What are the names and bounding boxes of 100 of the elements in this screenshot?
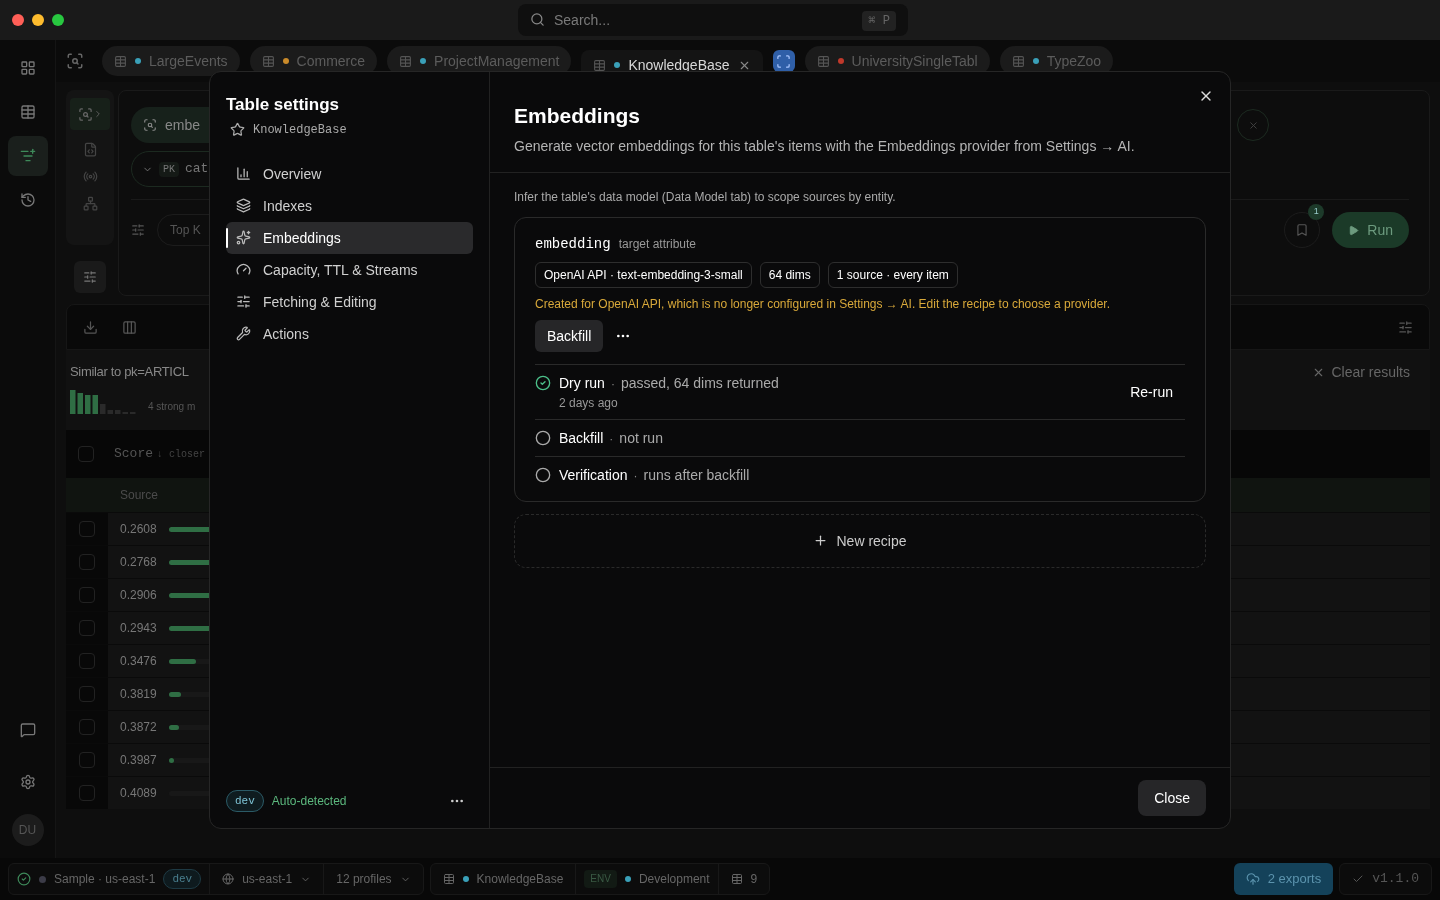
sparkles-icon [236, 230, 251, 245]
layers-icon [236, 198, 251, 213]
check-circle-icon [17, 872, 31, 886]
file-code-icon[interactable] [82, 142, 98, 157]
shortcut-key: ⌘ P [862, 11, 896, 31]
chat-icon[interactable] [19, 722, 36, 738]
results-title: Similar to pk=ARTICL [70, 363, 190, 381]
zoom-window-button[interactable] [52, 14, 64, 26]
nav-item[interactable]: Fetching & Editing [226, 285, 473, 318]
table-icon [114, 54, 127, 68]
hint-text: Infer the table's data model (Data Model tab) to scope sources by entity. [514, 188, 897, 205]
nav-item[interactable]: Overview [226, 157, 473, 190]
sliders-icon [83, 270, 97, 284]
row-checkbox[interactable] [79, 554, 95, 570]
select-all-checkbox[interactable] [78, 446, 94, 462]
score-cell-text: 0.2768 [119, 554, 158, 571]
scan-icon [143, 118, 157, 132]
gauge-icon [236, 262, 251, 277]
settings-icon[interactable] [19, 774, 36, 790]
clear-results-button[interactable]: Clear results [1312, 362, 1410, 382]
grid-icon [19, 60, 36, 76]
run-button[interactable]: Run [1332, 212, 1409, 248]
step-detail: runs after backfill [643, 465, 750, 485]
bookmark-icon [1295, 223, 1310, 237]
network-icon[interactable] [82, 196, 98, 211]
download-icon[interactable] [83, 319, 98, 335]
step-detail: not run [619, 428, 663, 448]
item-count[interactable]: 9 [717, 864, 770, 894]
backfill-button[interactable]: Backfill [535, 319, 604, 352]
score-cell-text: 0.2906 [119, 587, 158, 604]
table-icon [19, 104, 36, 120]
table-name: KnowledgeBase [253, 121, 347, 138]
score-cell-text: 0.2608 [119, 521, 158, 538]
version-item[interactable]: v1.1.0 [1339, 863, 1432, 895]
step-name: Backfill [559, 428, 604, 448]
history-icon [19, 192, 36, 208]
detection-status: Auto-detected [271, 792, 347, 809]
row-checkbox[interactable] [79, 521, 95, 537]
match-summary: 4 strong m [148, 399, 196, 414]
star-icon[interactable] [230, 122, 245, 137]
nav-item[interactable]: Actions [226, 317, 473, 350]
user-avatar[interactable]: DU [11, 814, 44, 846]
columns-icon[interactable] [122, 319, 137, 335]
cloud-upload-icon [1245, 872, 1260, 886]
scan-icon[interactable] [77, 106, 93, 122]
pk-label: PK [159, 161, 179, 177]
nav-item[interactable]: Indexes [226, 189, 473, 222]
score-cell-text: 0.2943 [119, 620, 158, 637]
close-window-button[interactable] [12, 14, 24, 26]
table-icon [593, 58, 607, 72]
region-dropdown[interactable]: us-east-1 [209, 864, 324, 894]
score-header[interactable]: Score [114, 444, 153, 464]
row-checkbox[interactable] [79, 752, 95, 768]
options-button[interactable] [74, 261, 106, 293]
env-badge: dev [226, 789, 264, 812]
row-checkbox[interactable] [79, 620, 95, 636]
new-recipe-button[interactable]: New recipe [514, 513, 1206, 568]
row-checkbox[interactable] [79, 686, 95, 702]
nav-item[interactable]: Embeddings [226, 221, 473, 254]
env-label: ENV [584, 870, 617, 888]
step-separator: · [633, 467, 638, 484]
rail-button[interactable] [7, 136, 48, 176]
connection-name[interactable]: Sample · us-east-1 [54, 871, 156, 887]
wrench-icon [236, 326, 251, 341]
environment-name[interactable]: Development [638, 871, 710, 887]
scan-tab-button[interactable] [772, 50, 795, 72]
bar-chart-icon [236, 166, 251, 181]
check-icon [1352, 873, 1365, 885]
broadcast-icon[interactable] [82, 169, 98, 184]
dialog-title: Table settings [226, 94, 341, 116]
rerun-button[interactable]: Re-run [1130, 381, 1173, 402]
scan-icon [776, 53, 792, 69]
globe-icon [222, 873, 235, 885]
recipe-tag: 64 dims [759, 261, 820, 288]
warning-text: Created for OpenAI API, which is no longer configured in Settings → AI. Edit the recipe to choose a provider. [535, 295, 1111, 312]
exports-button[interactable]: 2 exports [1233, 863, 1334, 895]
score-cell-text: 0.3987 [119, 752, 158, 769]
sliders-icon[interactable] [131, 223, 145, 237]
score-cell-text: 0.3872 [119, 719, 158, 736]
row-checkbox[interactable] [79, 719, 95, 735]
scan-icon[interactable] [66, 52, 84, 70]
table-name[interactable]: KnowledgeBase [476, 871, 564, 887]
table-icon [399, 54, 413, 68]
table-icon [442, 873, 455, 885]
recipe-tag: 1 source · every item [827, 261, 958, 288]
plus-icon [813, 533, 829, 548]
filter-icon[interactable] [1398, 319, 1413, 335]
row-checkbox[interactable] [79, 587, 95, 603]
profiles-dropdown[interactable]: 12 profiles [323, 864, 423, 894]
close-button[interactable]: Close [1138, 780, 1206, 816]
score-cell-text: 0.3476 [119, 653, 158, 670]
minimize-window-button[interactable] [32, 14, 44, 26]
key-value: cat [185, 160, 209, 179]
table-tab[interactable]: LargeEvents [102, 46, 240, 76]
column-header: Source [119, 487, 160, 504]
recipe-tag: OpenAI API · text-embedding-3-small [535, 261, 752, 288]
row-checkbox[interactable] [79, 785, 95, 801]
table-icon [816, 54, 830, 68]
nav-item[interactable]: Capacity, TTL & Streams [226, 253, 473, 286]
row-checkbox[interactable] [79, 653, 95, 669]
